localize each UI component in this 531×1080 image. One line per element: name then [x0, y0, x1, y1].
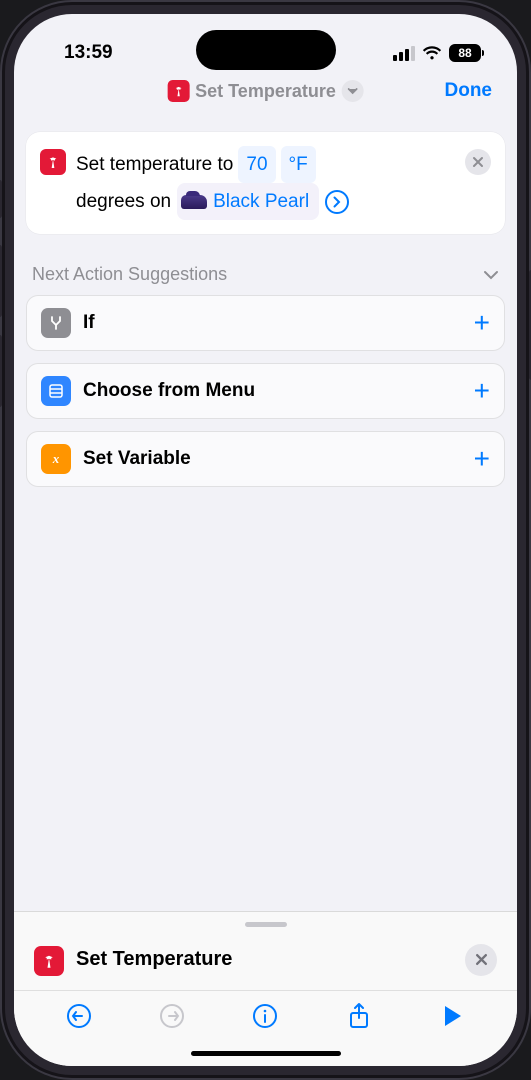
action-app-icon	[40, 149, 66, 175]
action-text-prefix: Set temperature to	[76, 147, 233, 182]
param-temperature[interactable]: 70	[238, 146, 275, 183]
dynamic-island	[196, 30, 336, 70]
sheet-app-icon	[34, 946, 64, 976]
play-button[interactable]	[437, 1001, 467, 1031]
title-menu-button[interactable]	[342, 80, 364, 102]
suggestion-choose-menu[interactable]: Choose from Menu +	[26, 363, 505, 419]
suggestions-header[interactable]: Next Action Suggestions	[26, 264, 505, 295]
wifi-icon	[422, 46, 442, 61]
bottom-sheet: Set Temperature	[14, 911, 517, 1066]
car-icon	[181, 195, 207, 209]
menu-icon	[41, 376, 71, 406]
content: Set temperature to 70 °F degrees on Blac…	[14, 112, 517, 911]
sheet-close-button[interactable]	[465, 944, 497, 976]
action-card[interactable]: Set temperature to 70 °F degrees on Blac…	[26, 132, 505, 234]
if-icon	[41, 308, 71, 338]
disclosure-button[interactable]	[325, 190, 349, 214]
toolbar	[14, 990, 517, 1045]
cellular-icon	[393, 46, 415, 61]
add-suggestion-button[interactable]: +	[474, 307, 490, 339]
redo-button[interactable]	[157, 1001, 187, 1031]
svg-text:x: x	[52, 451, 60, 466]
phone-vol-up	[0, 245, 2, 317]
screen: 13:59 88 Set Temperature	[14, 14, 517, 1066]
share-button[interactable]	[344, 1001, 374, 1031]
param-unit[interactable]: °F	[281, 146, 316, 183]
home-indicator[interactable]	[191, 1051, 341, 1056]
phone-vol-down	[0, 335, 2, 407]
delete-action-button[interactable]	[465, 149, 491, 175]
done-button[interactable]: Done	[445, 80, 493, 102]
status-time: 13:59	[64, 42, 113, 64]
param-vehicle[interactable]: Black Pearl	[177, 183, 319, 220]
add-suggestion-button[interactable]: +	[474, 443, 490, 475]
nav-title: Set Temperature	[195, 81, 336, 102]
nav-bar: Set Temperature Done	[14, 72, 517, 112]
add-suggestion-button[interactable]: +	[474, 375, 490, 407]
action-text-mid: degrees on	[76, 184, 171, 219]
chevron-down-icon	[483, 270, 499, 280]
sheet-grabber[interactable]	[245, 922, 287, 927]
phone-silence-switch	[0, 180, 2, 218]
sheet-title: Set Temperature	[76, 948, 453, 971]
undo-button[interactable]	[64, 1001, 94, 1031]
suggestion-set-variable[interactable]: x Set Variable +	[26, 431, 505, 487]
variable-icon: x	[41, 444, 71, 474]
phone-frame: 13:59 88 Set Temperature	[0, 0, 531, 1080]
suggestion-if[interactable]: If +	[26, 295, 505, 351]
app-badge-icon	[167, 80, 189, 102]
info-button[interactable]	[250, 1001, 280, 1031]
battery-icon: 88	[449, 44, 481, 62]
